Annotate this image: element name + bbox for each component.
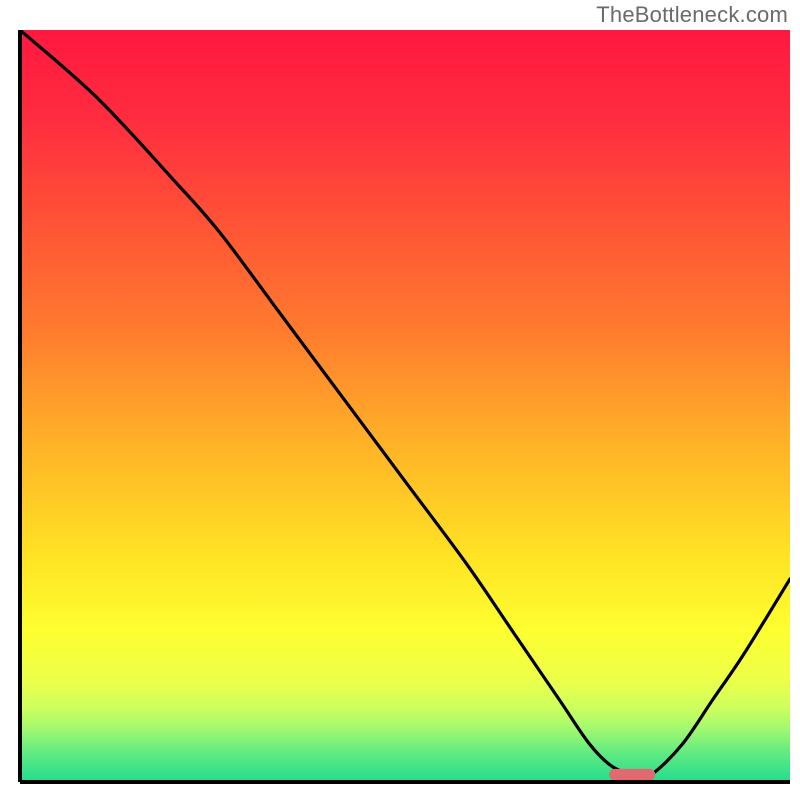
optimum-marker: [609, 769, 655, 780]
bottleneck-chart: [0, 0, 800, 800]
chart-container: { "watermark": "TheBottleneck.com", "col…: [0, 0, 800, 800]
gradient-background: [20, 30, 790, 782]
